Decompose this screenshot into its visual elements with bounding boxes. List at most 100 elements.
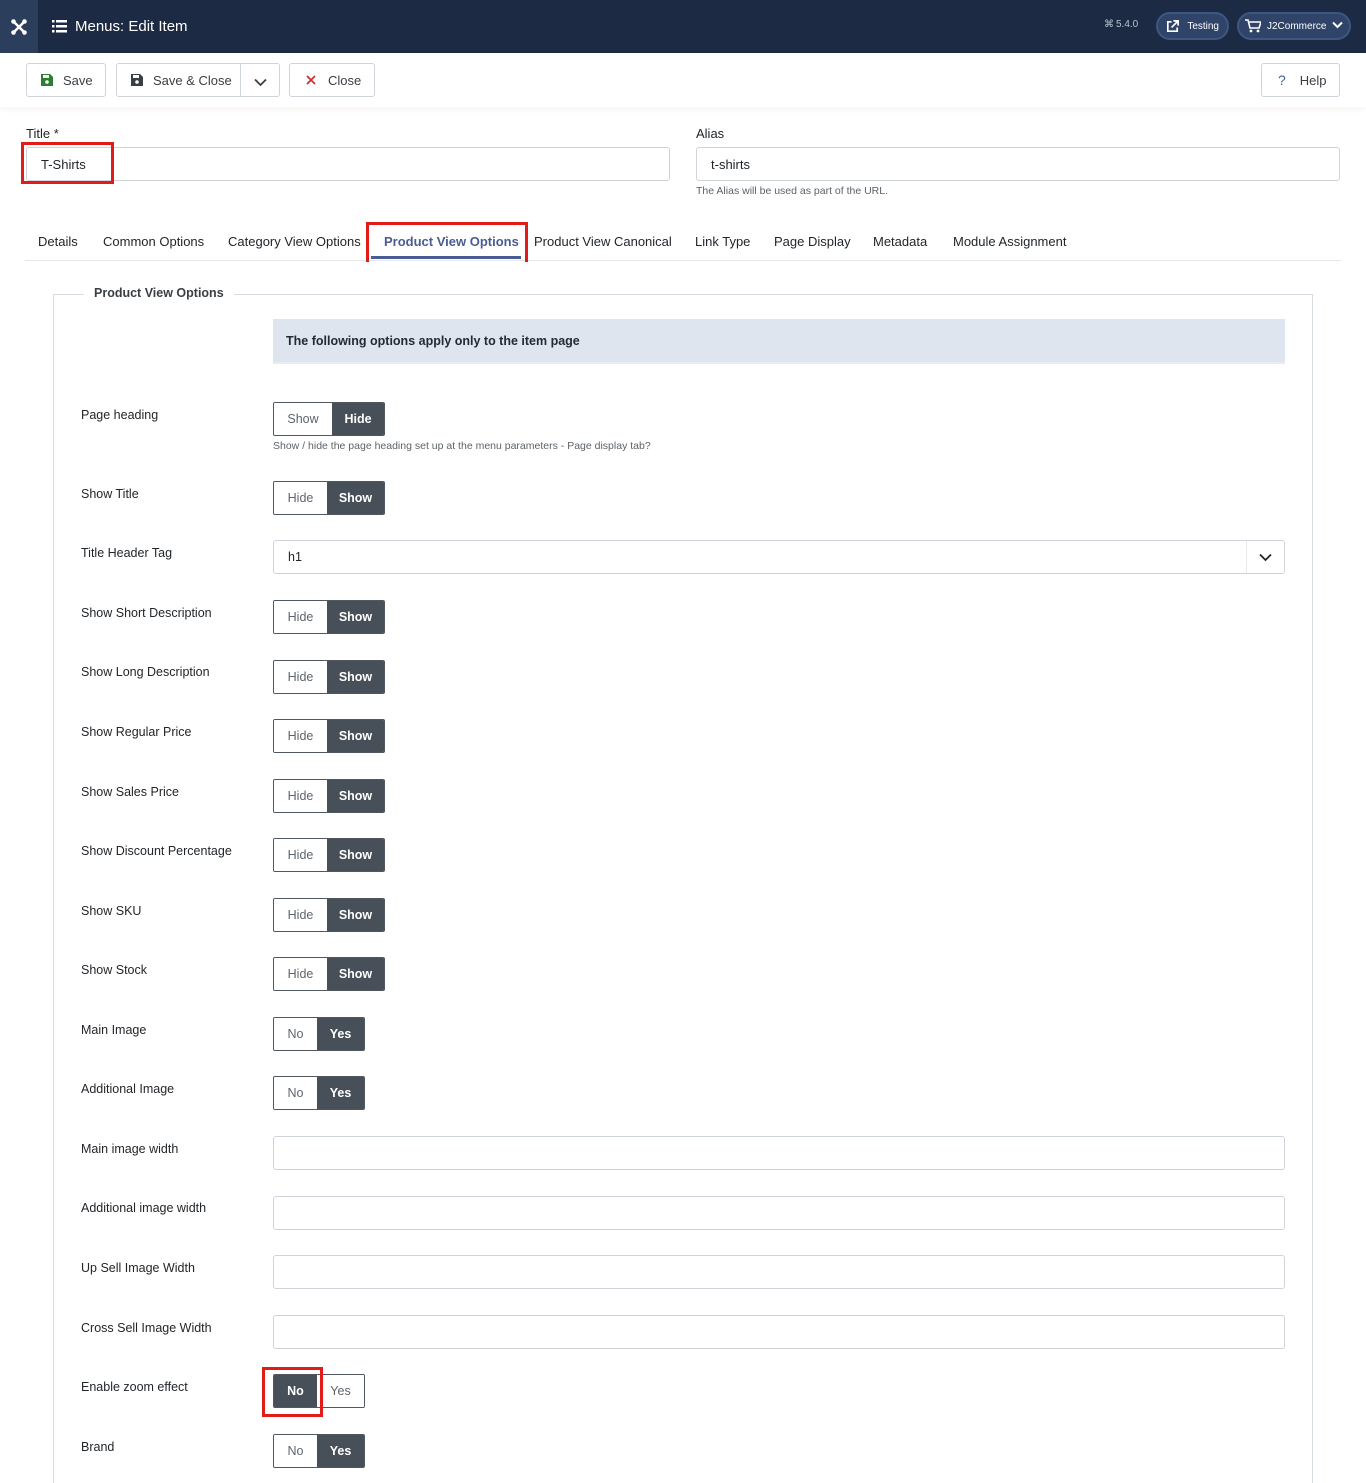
save-button[interactable]: Save [26,63,106,97]
page-heading-hint: Show / hide the page heading set up at t… [273,440,651,452]
page-heading-hide-option[interactable]: Hide [332,403,384,435]
show-short-description-label: Show Short Description [81,606,212,620]
additional-image-width-label: Additional image width [81,1201,207,1215]
cross-sell-image-width-input[interactable] [273,1315,1285,1349]
save-label: Save [63,72,93,88]
tab-link-type[interactable]: Link Type [695,234,750,249]
long-description-show-option[interactable]: Show [327,661,384,693]
tab-page-display[interactable]: Page Display [774,234,851,249]
alias-label: Alias [696,126,725,141]
main-image-yes-option[interactable]: Yes [317,1018,364,1050]
tab-category-view-options[interactable]: Category View Options [228,234,361,249]
main-image-toggle: No Yes [273,1017,365,1051]
title-label: Title * [26,126,59,141]
short-description-hide-option[interactable]: Hide [274,601,327,633]
show-title-show-option[interactable]: Show [327,482,384,514]
page-title-text: Menus: Edit Item [75,18,188,35]
joomla-logo-icon[interactable] [0,0,38,53]
page-title: Menus: Edit Item [52,0,188,53]
joomla-small-icon: ⌘ [1104,19,1114,30]
site-preview-button[interactable]: Testing [1156,12,1229,40]
save-icon [41,74,53,86]
tab-product-view-canonical[interactable]: Product View Canonical [534,234,672,249]
stock-hide-option[interactable]: Hide [274,958,327,990]
long-description-hide-option[interactable]: Hide [274,661,327,693]
alias-hint: The Alias will be used as part of the UR… [696,185,889,197]
additional-image-width-input[interactable] [273,1196,1285,1230]
brand-no-option[interactable]: No [274,1435,317,1467]
additional-image-label: Additional Image [81,1082,175,1096]
chevron-down-icon [1246,541,1284,573]
save-close-button[interactable]: Save & Close [116,63,280,97]
menu-list-icon [52,20,67,33]
fieldset-legend: Product View Options [84,286,234,300]
chevron-down-icon [1332,21,1344,32]
cross-sell-image-width-label: Cross Sell Image Width [81,1321,212,1335]
split-divider [240,64,241,96]
title-input[interactable]: T-Shirts [26,147,670,181]
page-heading-toggle: Show Hide [273,402,385,436]
tab-module-assignment[interactable]: Module Assignment [953,234,1066,249]
show-sku-toggle: Hide Show [273,898,385,932]
show-title-toggle: Hide Show [273,481,385,515]
discount-show-option[interactable]: Show [327,839,384,871]
main-image-no-option[interactable]: No [274,1018,317,1050]
close-label: Close [328,72,362,88]
user-button-label: J2Commerce [1267,20,1327,32]
main-image-width-input[interactable] [273,1136,1285,1170]
title-header-tag-value: h1 [288,550,302,564]
regular-price-hide-option[interactable]: Hide [274,720,327,752]
show-short-description-toggle: Hide Show [273,600,385,634]
tab-metadata[interactable]: Metadata [873,234,927,249]
highlight-box [262,1367,323,1417]
show-title-hide-option[interactable]: Hide [274,482,327,514]
sku-hide-option[interactable]: Hide [274,899,327,931]
short-description-show-option[interactable]: Show [327,601,384,633]
tab-bar: Details Common Options Category View Opt… [25,224,1341,261]
save-icon [131,74,143,86]
show-sku-label: Show SKU [81,904,142,918]
stock-show-option[interactable]: Show [327,958,384,990]
info-alert: The following options apply only to the … [273,319,1285,364]
show-title-label: Show Title [81,487,139,501]
help-label: Help [1299,72,1327,88]
discount-hide-option[interactable]: Hide [274,839,327,871]
show-discount-percentage-toggle: Hide Show [273,838,385,872]
up-sell-image-width-input[interactable] [273,1255,1285,1289]
additional-image-yes-option[interactable]: Yes [317,1077,364,1109]
tab-common-options[interactable]: Common Options [103,234,204,249]
sku-show-option[interactable]: Show [327,899,384,931]
sales-price-show-option[interactable]: Show [327,780,384,812]
title-header-tag-select[interactable]: h1 [273,540,1285,574]
alias-input[interactable]: t-shirts [696,147,1340,181]
additional-image-no-option[interactable]: No [274,1077,317,1109]
page-heading-label: Page heading [81,408,159,422]
help-button[interactable]: ? Help [1261,63,1340,97]
top-header: Menus: Edit Item ⌘ 5.4.0 Testing J2Comme… [0,0,1366,53]
version-label: ⌘ 5.4.0 [1104,19,1138,30]
question-icon: ? [1278,72,1286,88]
chevron-down-icon[interactable] [254,75,267,90]
zoom-effect-yes-option[interactable]: Yes [317,1375,364,1407]
sales-price-hide-option[interactable]: Hide [274,780,327,812]
user-menu-button[interactable]: J2Commerce [1237,12,1351,40]
show-sales-price-toggle: Hide Show [273,779,385,813]
tab-details[interactable]: Details [38,234,78,249]
title-header-tag-label: Title Header Tag [81,546,173,560]
page-heading-show-option[interactable]: Show [274,403,332,435]
show-long-description-toggle: Hide Show [273,660,385,694]
show-stock-toggle: Hide Show [273,957,385,991]
brand-toggle: No Yes [273,1434,365,1468]
brand-yes-option[interactable]: Yes [317,1435,364,1467]
brand-label: Brand [81,1440,115,1454]
options-fieldset [53,294,1313,1483]
show-regular-price-toggle: Hide Show [273,719,385,753]
close-button[interactable]: Close [289,63,375,97]
enable-zoom-effect-label: Enable zoom effect [81,1380,188,1394]
additional-image-toggle: No Yes [273,1076,365,1110]
regular-price-show-option[interactable]: Show [327,720,384,752]
site-button-label: Testing [1187,20,1219,32]
main-image-label: Main Image [81,1023,147,1037]
highlight-box [21,142,114,184]
main-image-width-label: Main image width [81,1142,179,1156]
